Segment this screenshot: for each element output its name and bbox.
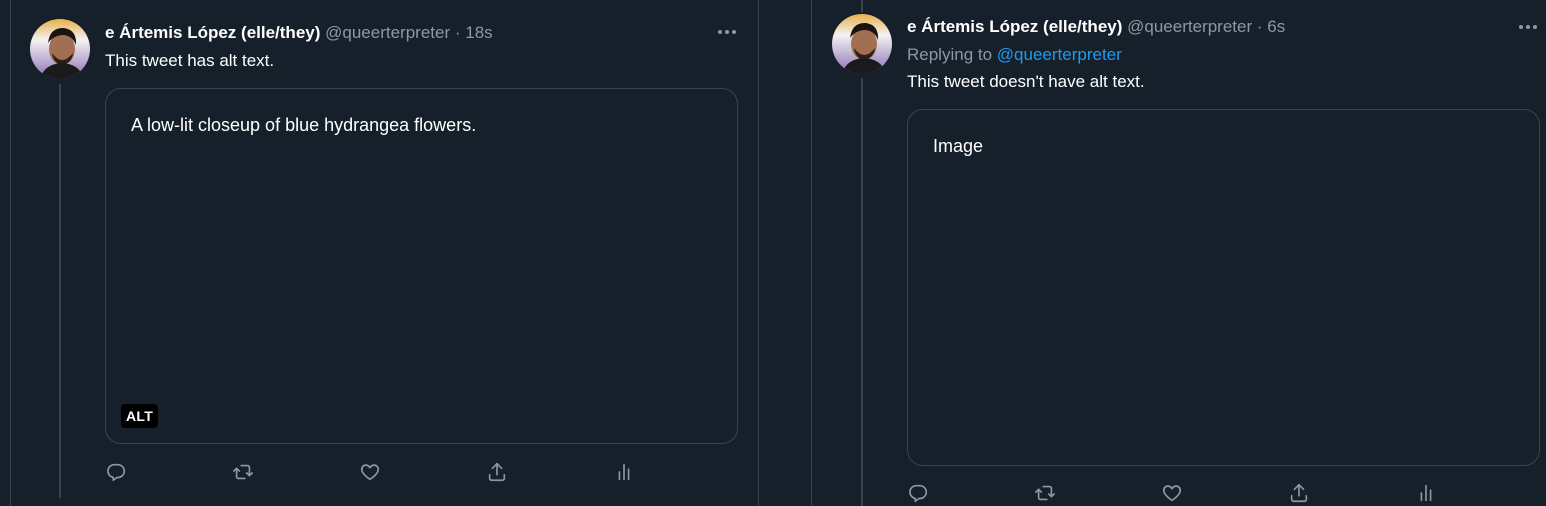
retweet-icon[interactable] [1034,482,1058,506]
author-name[interactable]: e Ártemis López (elle/they) [907,17,1122,36]
retweet-icon[interactable] [232,461,256,485]
tweet-image[interactable]: A low-lit closeup of blue hydrangea flow… [105,88,738,444]
tweet-time[interactable]: 6s [1267,17,1285,36]
author-name[interactable]: e Ártemis López (elle/they) [105,23,320,42]
tweet-with-alt-text[interactable]: e Ártemis López (elle/they) @queerterpre… [0,0,758,506]
reply-icon[interactable] [105,461,129,485]
author-handle[interactable]: @queerterpreter [325,23,450,42]
thread-line [59,84,61,498]
page: e Ártemis López (elle/they) @queerterpre… [0,0,1546,506]
tweet-header: e Ártemis López (elle/they) @queerterpre… [105,21,493,45]
tweet-image[interactable]: Image [907,109,1540,466]
tweet-time[interactable]: 18s [465,23,492,42]
separator: · [1256,17,1263,36]
analytics-icon[interactable] [1415,482,1439,506]
tweet-actions [907,482,1447,506]
avatar[interactable] [30,19,90,79]
tweet-actions [105,461,645,489]
avatar[interactable] [832,14,892,74]
more-horizontal-icon[interactable] [715,20,739,44]
image-placeholder-label: Image [933,136,984,156]
image-alt-description: A low-lit closeup of blue hydrangea flow… [131,115,477,135]
share-icon[interactable] [1288,482,1312,506]
thread-line [861,78,863,506]
tweet-text: This tweet has alt text. [105,51,275,70]
reply-icon[interactable] [907,482,931,506]
separator: · [454,23,461,42]
like-icon[interactable] [1161,482,1185,506]
tweet-header: e Ártemis López (elle/they) @queerterpre… [907,15,1285,39]
tweet-text: This tweet doesn't have alt text. [907,72,1145,91]
tweet-without-alt-text[interactable]: e Ártemis López (elle/they) @queerterpre… [812,0,1546,506]
replying-handle-link[interactable]: @queerterpreter [997,45,1122,64]
like-icon[interactable] [359,461,383,485]
author-handle[interactable]: @queerterpreter [1127,17,1252,36]
replying-to: Replying to @queerterpreter [907,43,1122,67]
alt-badge[interactable]: ALT [121,404,159,428]
more-horizontal-icon[interactable] [1516,15,1540,39]
replying-label: Replying to [907,45,993,64]
analytics-icon[interactable] [613,461,637,485]
column-divider [758,0,759,506]
share-icon[interactable] [486,461,510,485]
thread-line-top [861,0,863,12]
